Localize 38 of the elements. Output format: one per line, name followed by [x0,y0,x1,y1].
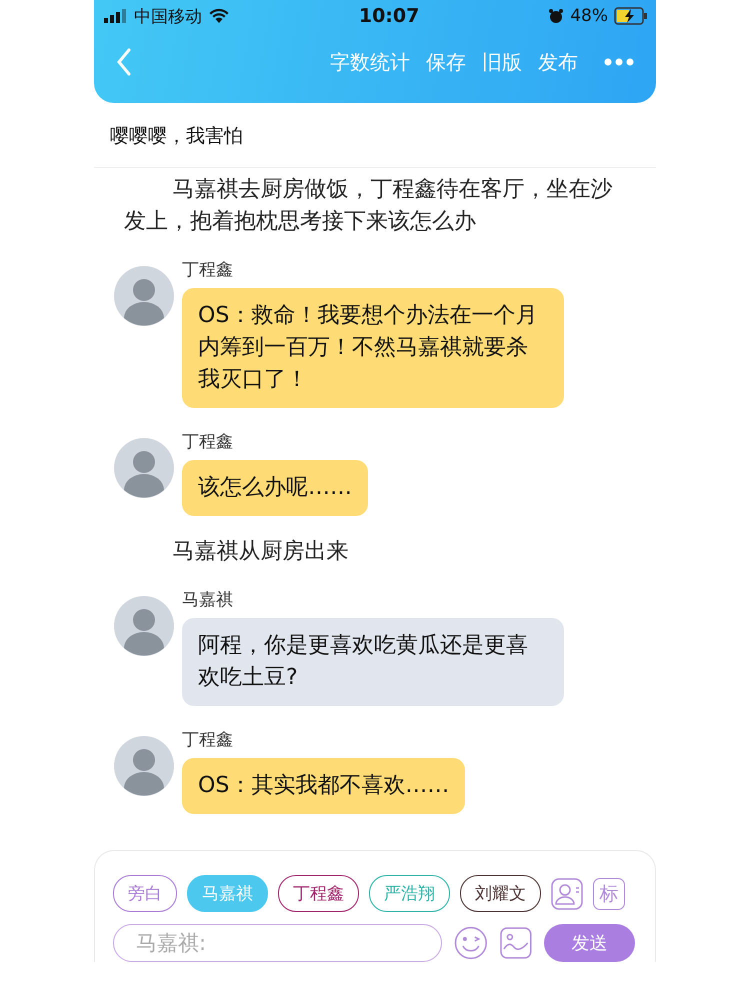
avatar [114,266,174,326]
speaker-name: 丁程鑫 [182,259,233,281]
message-bubble: 阿程，你是更喜欢吃黄瓜还是更喜欢吃土豆? [182,618,564,706]
message-bubble: OS：其实我都不喜欢…… [182,758,466,814]
battery-percent: 48% [570,6,608,26]
more-icon[interactable] [604,58,634,66]
role-chip[interactable]: 马嘉祺 [187,875,268,912]
role-chip[interactable]: 刘耀文 [460,875,541,912]
nav-action[interactable]: 字数统计 [324,48,416,76]
nav-action[interactable]: 保存 [420,48,472,76]
narration-text: 马嘉祺从厨房出来 [171,538,350,566]
role-chip[interactable]: 旁白 [113,875,177,912]
avatar [114,736,174,796]
role-chip[interactable]: 丁程鑫 [278,875,359,912]
story-title: 嘤嘤嘤，我害怕 [94,103,656,168]
speaker-name: 丁程鑫 [182,729,233,751]
message-input[interactable]: 马嘉祺: [113,924,442,962]
alarm-icon [548,8,564,24]
nav-action[interactable]: 旧版 [476,48,528,76]
avatar [114,596,174,656]
role-chip[interactable]: 严浩翔 [369,875,450,912]
send-button[interactable]: 发送 [544,924,636,962]
speaker-name: 丁程鑫 [182,431,233,453]
nav-action[interactable]: 发布 [532,48,584,76]
back-icon[interactable] [116,48,132,76]
image-icon[interactable] [500,927,532,959]
contact-icon[interactable] [551,878,583,910]
avatar [114,438,174,498]
emoji-icon[interactable] [454,926,488,960]
message-bubble: 该怎么办呢…… [182,460,368,516]
wifi-icon [208,8,230,24]
mark-button[interactable]: 标 [593,878,625,910]
narration-text: 马嘉祺去厨房做饭，丁程鑫待在客厅，坐在沙发上，抱着抱枕思考接下来该怎么办 [124,176,614,236]
clock-time: 10:07 [358,5,420,27]
carrier-name: 中国移动 [134,6,202,28]
signal-icon [104,9,128,23]
speaker-name: 马嘉祺 [182,589,233,611]
message-bubble: OS：救命！我要想个办法在一个月内筹到一百万！不然马嘉祺就要杀我灭口了！ [182,288,564,408]
